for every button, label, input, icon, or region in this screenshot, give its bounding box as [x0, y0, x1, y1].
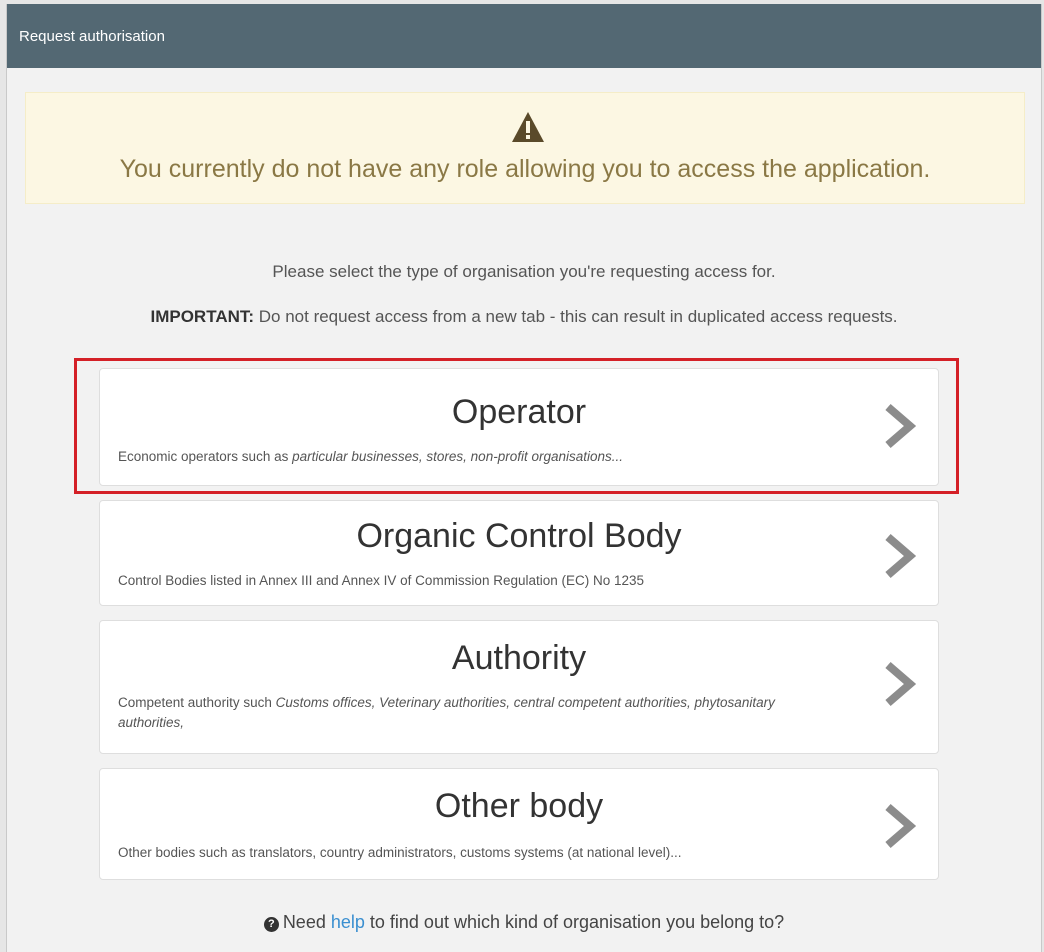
important-note: IMPORTANT: Do not request access from a …: [7, 307, 1041, 327]
option-title: Operator: [451, 393, 587, 431]
chevron-right-icon: [885, 533, 916, 579]
important-label: IMPORTANT:: [150, 307, 255, 326]
chevron-right-icon: [885, 803, 916, 849]
help-line: ? Need help to find out which kind of org…: [7, 912, 1041, 933]
alert-message: You currently do not have any role allow…: [119, 155, 931, 183]
option-operator[interactable]: Operator Economic operators such as part…: [99, 368, 939, 486]
help-text-after: to find out which kind of organisation y…: [364, 912, 785, 932]
chevron-right-icon: [885, 661, 916, 707]
warning-icon: [512, 112, 544, 142]
important-text: Do not request access from a new tab - t…: [254, 307, 898, 326]
intro-text: Please select the type of organisation y…: [272, 262, 776, 281]
request-authorisation-panel: Request authorisation You currently do n…: [6, 4, 1042, 952]
no-role-alert: You currently do not have any role allow…: [25, 92, 1025, 204]
option-authority[interactable]: Authority Competent authority such Custo…: [99, 620, 939, 754]
help-text-before: Need: [282, 912, 331, 932]
option-organic-control-body[interactable]: Organic Control Body Control Bodies list…: [99, 500, 939, 606]
panel-title: Request authorisation: [19, 27, 165, 45]
help-link[interactable]: help: [331, 912, 365, 932]
option-title: Other body: [434, 787, 604, 825]
option-description: Control Bodies listed in Annex III and A…: [118, 573, 645, 588]
option-other-body[interactable]: Other body Other bodies such as translat…: [99, 768, 939, 880]
panel-header: Request authorisation: [7, 4, 1041, 68]
chevron-right-icon: [885, 403, 916, 449]
option-title: Organic Control Body: [356, 517, 682, 555]
option-description: Economic operators such as particular bu…: [118, 449, 624, 464]
question-circle-icon: ?: [263, 917, 279, 932]
option-description: Competent authority such Customs offices…: [118, 695, 775, 730]
option-title: Authority: [451, 639, 587, 677]
option-description: Other bodies such as translators, countr…: [118, 845, 682, 860]
